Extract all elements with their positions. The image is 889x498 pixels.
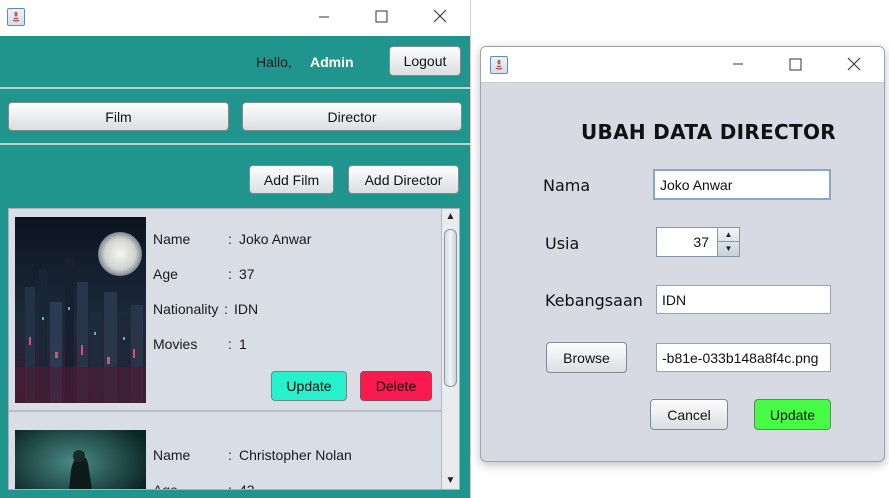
dialog-heading: UBAH DATA DIRECTOR bbox=[581, 120, 836, 144]
minimize-icon[interactable] bbox=[318, 10, 330, 24]
usia-label: Usia bbox=[545, 234, 580, 253]
info-label: Movies bbox=[153, 336, 198, 352]
director-photo bbox=[15, 217, 146, 403]
update-button[interactable]: Update bbox=[754, 399, 831, 430]
close-icon[interactable] bbox=[847, 57, 861, 71]
edit-director-dialog: UBAH DATA DIRECTOR Nama Joko Anwar Usia … bbox=[480, 46, 885, 462]
scroll-up-icon[interactable]: ▲ bbox=[442, 209, 459, 225]
update-button[interactable]: Update bbox=[271, 371, 347, 401]
minimize-icon[interactable] bbox=[732, 57, 744, 71]
info-value: IDN bbox=[234, 301, 259, 317]
scroll-down-icon[interactable]: ▼ bbox=[442, 473, 459, 489]
director-card: Name: Joko Anwar Age:37 Nationality: IDN Movi… bbox=[9, 209, 441, 411]
divider bbox=[0, 87, 470, 89]
info-colon: : bbox=[228, 447, 232, 463]
info-label: Name bbox=[153, 447, 191, 463]
greeting-text: Hallo, bbox=[256, 54, 292, 70]
java-app-icon bbox=[490, 56, 508, 74]
maximize-icon[interactable] bbox=[375, 10, 388, 23]
spinner-down-icon[interactable]: ▼ bbox=[718, 242, 739, 256]
info-colon: : bbox=[228, 482, 232, 490]
info-value: 1 bbox=[239, 336, 247, 352]
info-value: 37 bbox=[239, 266, 255, 282]
scroll-thumb[interactable] bbox=[444, 229, 457, 387]
info-colon: : bbox=[228, 231, 232, 247]
divider bbox=[0, 143, 470, 145]
info-colon: : bbox=[224, 301, 228, 317]
java-app-icon bbox=[7, 8, 25, 26]
info-value: Christopher Nolan bbox=[239, 447, 352, 463]
main-window: Hallo, Admin Logout Film Director Add Fi… bbox=[0, 0, 471, 498]
username-text: Admin bbox=[310, 54, 354, 70]
close-icon[interactable] bbox=[433, 9, 447, 23]
dialog-titlebar[interactable] bbox=[481, 47, 884, 83]
info-value: 43 bbox=[239, 482, 255, 490]
nama-input[interactable]: Joko Anwar bbox=[653, 169, 831, 200]
cancel-button[interactable]: Cancel bbox=[650, 399, 728, 430]
logout-button[interactable]: Logout bbox=[389, 46, 461, 76]
usia-value: 37 bbox=[693, 234, 709, 250]
tab-director[interactable]: Director bbox=[242, 102, 462, 131]
browse-button[interactable]: Browse bbox=[546, 342, 627, 373]
spinner-buttons[interactable]: ▲ ▼ bbox=[717, 228, 739, 256]
kebangsaan-label: Kebangsaan bbox=[545, 291, 643, 310]
info-label: Age bbox=[153, 482, 178, 490]
info-label: Name bbox=[153, 231, 191, 247]
usia-spinner[interactable]: 37 ▲ ▼ bbox=[656, 227, 740, 257]
spinner-up-icon[interactable]: ▲ bbox=[718, 228, 739, 242]
main-titlebar[interactable] bbox=[0, 0, 470, 35]
info-colon: : bbox=[228, 266, 232, 282]
card-divider bbox=[9, 410, 441, 412]
tab-film[interactable]: Film bbox=[8, 102, 229, 131]
info-colon: : bbox=[228, 336, 232, 352]
info-label: Nationality bbox=[153, 301, 219, 317]
nama-label: Nama bbox=[543, 176, 591, 195]
maximize-icon[interactable] bbox=[789, 58, 802, 71]
info-label: Age bbox=[153, 266, 178, 282]
vertical-scrollbar[interactable]: ▲ ▼ bbox=[441, 209, 459, 489]
file-path-input[interactable]: -b81e-033b148a8f4c.png bbox=[656, 343, 831, 372]
info-value: Joko Anwar bbox=[239, 231, 312, 247]
director-photo bbox=[15, 430, 146, 489]
kebangsaan-input[interactable]: IDN bbox=[656, 285, 831, 314]
add-film-button[interactable]: Add Film bbox=[249, 165, 334, 194]
delete-button[interactable]: Delete bbox=[360, 371, 432, 401]
director-list[interactable]: Name: Joko Anwar Age:37 Nationality: IDN Movi… bbox=[8, 208, 460, 490]
director-card: Name: Christopher Nolan Age:43 bbox=[9, 413, 441, 490]
add-director-button[interactable]: Add Director bbox=[348, 165, 459, 194]
